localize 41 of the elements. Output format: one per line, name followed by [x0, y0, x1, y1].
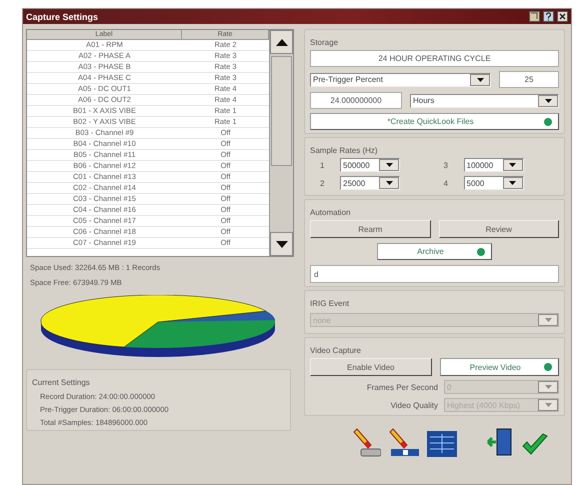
- scroll-up-button[interactable]: [270, 30, 293, 54]
- scroll-down-button[interactable]: [270, 232, 293, 256]
- scrollbar-thumb[interactable]: [271, 56, 292, 166]
- checkmark-icon[interactable]: [521, 433, 549, 457]
- down-arrow-icon: [276, 240, 288, 248]
- rate-number: 3: [444, 160, 449, 170]
- rate-dropdown[interactable]: 500000: [340, 158, 400, 172]
- help-icon[interactable]: [543, 11, 554, 22]
- exit-door-icon[interactable]: [487, 427, 513, 457]
- group-title: Storage: [310, 38, 338, 47]
- group-title: Current Settings: [32, 378, 90, 387]
- enable-video-button[interactable]: Enable Video: [310, 358, 432, 376]
- storage-name-field[interactable]: 24 HOUR OPERATING CYCLE: [310, 50, 559, 67]
- path-field[interactable]: d: [310, 265, 559, 283]
- grid-icon[interactable]: [427, 431, 457, 457]
- close-icon[interactable]: [557, 11, 568, 22]
- group-title: Sample Rates (Hz): [310, 146, 378, 155]
- pen-card-icon[interactable]: [389, 427, 419, 457]
- resize-icon[interactable]: [529, 11, 540, 22]
- group-title: Automation: [310, 208, 350, 217]
- rate-number: 4: [444, 178, 449, 188]
- field-label: Frames Per Second: [366, 382, 438, 392]
- quicklook-button[interactable]: *Create QuickLook Files: [310, 113, 559, 130]
- window-title: Capture Settings: [26, 12, 100, 22]
- rate-dropdown[interactable]: 100000: [464, 158, 524, 172]
- rate-number: 2: [320, 178, 326, 188]
- group-title: IRIG Event: [310, 299, 350, 308]
- unit-dropdown[interactable]: Hours: [410, 94, 559, 108]
- field-label: Video Quality: [390, 400, 438, 410]
- automation-button[interactable]: Rearm: [310, 220, 430, 238]
- preview-video-button[interactable]: Preview Video: [440, 358, 559, 376]
- mode-dropdown[interactable]: Pre-Trigger Percent: [310, 72, 491, 86]
- automation-button[interactable]: Review: [438, 220, 559, 238]
- duration-field[interactable]: 24.000000000: [310, 92, 402, 109]
- percent-field[interactable]: 25: [499, 71, 559, 88]
- up-arrow-icon: [276, 38, 288, 46]
- archive-button[interactable]: Archive: [377, 243, 492, 260]
- group-title: Video Capture: [310, 346, 361, 355]
- rate-number: 1: [320, 160, 326, 170]
- rate-dropdown[interactable]: 25000: [340, 176, 400, 190]
- rate-dropdown[interactable]: 5000: [464, 176, 524, 190]
